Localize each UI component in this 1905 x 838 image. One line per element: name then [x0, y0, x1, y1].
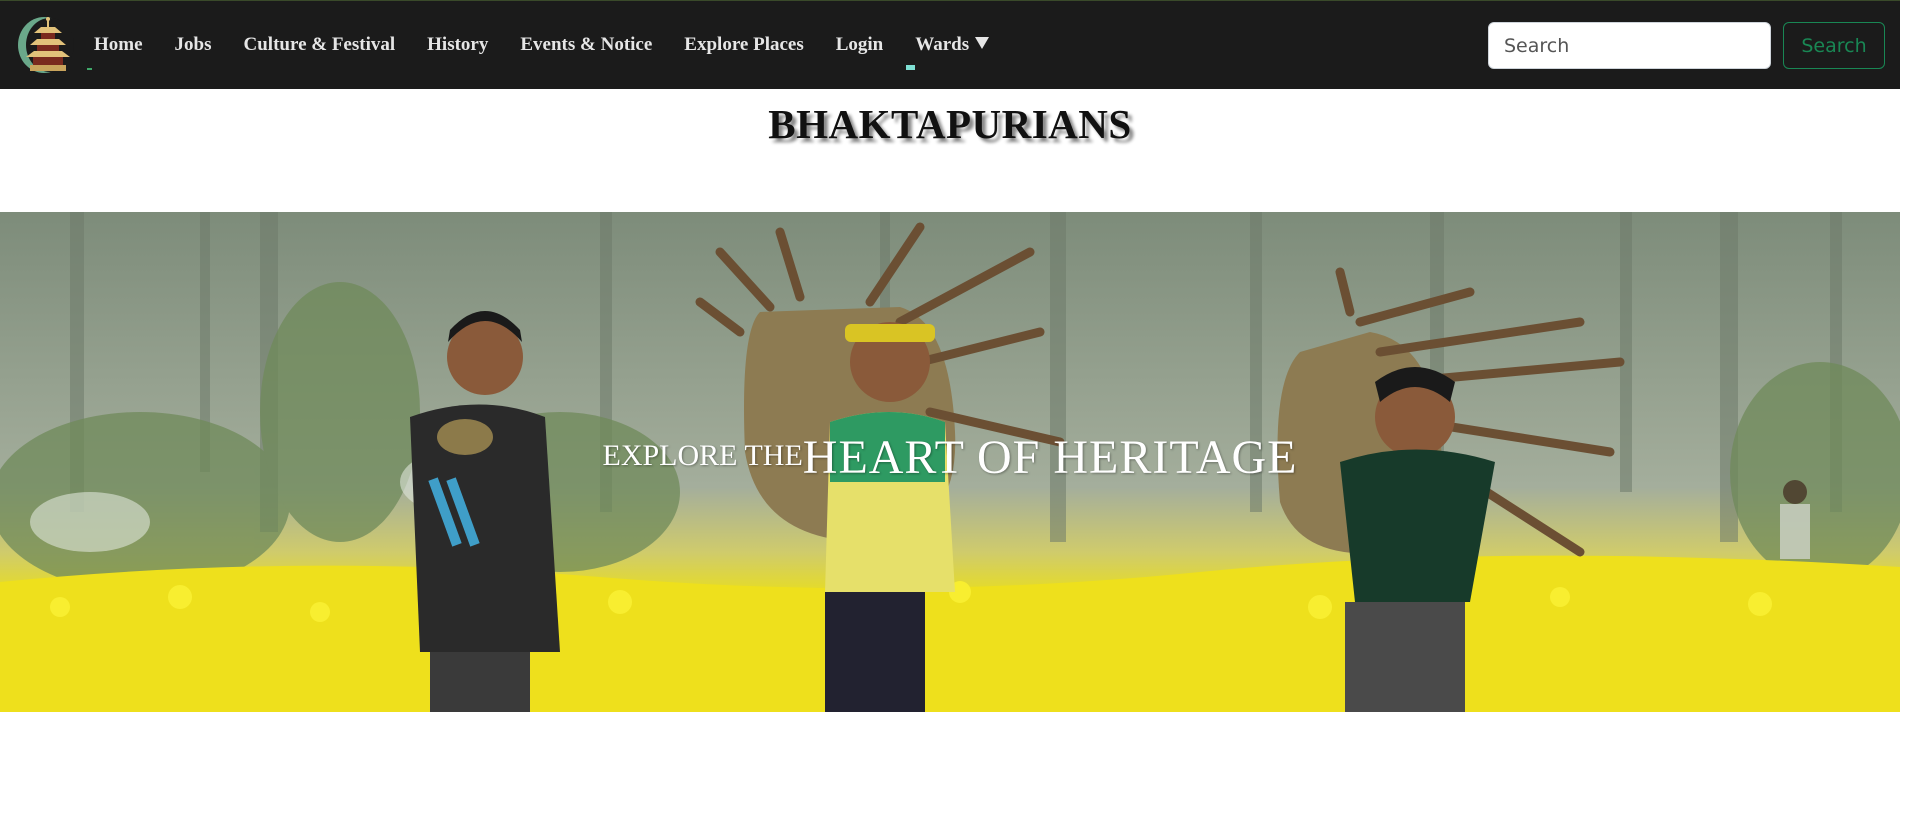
active-link-indicator	[87, 68, 92, 70]
nav-link-culture-festival[interactable]: Culture & Festival	[244, 34, 396, 56]
hero-tagline-small: EXPLORE THE	[602, 439, 803, 472]
nav-links: Home Jobs Culture & Festival History Eve…	[80, 1, 1005, 90]
nav-link-jobs[interactable]: Jobs	[175, 34, 212, 56]
hero-tagline: EXPLORE THEHEART OF HERITAGE	[0, 430, 1900, 485]
site-title: BHAKTAPURIANS	[768, 101, 1132, 147]
nav-link-explore-places[interactable]: Explore Places	[684, 34, 803, 56]
hero-banner: EXPLORE THEHEART OF HERITAGE	[0, 212, 1900, 712]
pagoda-temple-logo-icon[interactable]	[18, 15, 74, 75]
nav-link-wards-label: Wards	[915, 33, 970, 55]
page: Home Jobs Culture & Festival History Eve…	[0, 0, 1905, 838]
top-navbar: Home Jobs Culture & Festival History Eve…	[0, 0, 1900, 89]
nav-link-home[interactable]: Home	[94, 34, 143, 56]
hero-tagline-big: HEART OF HERITAGE	[802, 431, 1298, 484]
caret-down-icon	[975, 36, 990, 49]
search-input[interactable]	[1488, 22, 1771, 69]
nav-link-history[interactable]: History	[427, 34, 488, 56]
search-button[interactable]: Search	[1783, 22, 1885, 69]
nav-dropdown-wards[interactable]: Wards	[915, 33, 990, 56]
dropdown-indicator	[906, 65, 915, 70]
nav-link-events-notice[interactable]: Events & Notice	[520, 34, 652, 56]
nav-link-login[interactable]: Login	[836, 34, 884, 56]
